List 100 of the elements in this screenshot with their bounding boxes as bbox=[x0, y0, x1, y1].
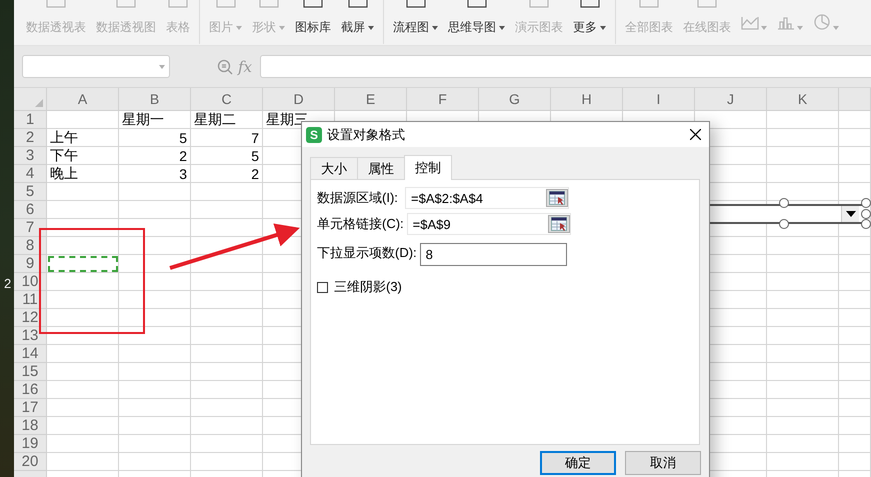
tab[interactable]: 大小 bbox=[310, 157, 358, 179]
row-header[interactable]: 11 bbox=[14, 291, 47, 309]
table-cell bbox=[767, 381, 839, 399]
checkbox-label: 三维阴影(3) bbox=[334, 278, 402, 296]
table-cell bbox=[119, 237, 191, 255]
column-header[interactable]: I bbox=[623, 88, 695, 111]
table-cell bbox=[839, 309, 871, 327]
table-cell bbox=[119, 399, 191, 417]
close-icon bbox=[690, 129, 701, 140]
row-header[interactable]: 19 bbox=[14, 435, 47, 453]
table-cell bbox=[839, 129, 871, 147]
tool-icon bbox=[638, 0, 660, 9]
line-chart-icon bbox=[741, 16, 759, 30]
column-header[interactable]: K bbox=[767, 88, 839, 111]
ribbon-button[interactable]: 截屏 bbox=[341, 0, 374, 36]
row-header[interactable]: 13 bbox=[14, 327, 47, 345]
row-header[interactable]: 8 bbox=[14, 237, 47, 255]
dialog-button[interactable]: 确定 bbox=[540, 451, 616, 475]
ribbon-button[interactable]: 更多 bbox=[573, 0, 606, 36]
table-cell: 星期一 bbox=[119, 111, 191, 129]
caret-icon bbox=[600, 26, 606, 30]
formula-input[interactable] bbox=[260, 55, 871, 78]
ribbon-button[interactable]: 思维导图 bbox=[448, 0, 505, 36]
table-cell bbox=[119, 255, 191, 273]
tab[interactable]: 控制 bbox=[404, 155, 452, 180]
row-header[interactable]: 16 bbox=[14, 381, 47, 399]
column-header[interactable]: A bbox=[47, 88, 119, 111]
bar-chart-icon bbox=[777, 16, 795, 30]
range-field[interactable]: =$A$9 bbox=[406, 213, 571, 235]
dropdown-control[interactable] bbox=[710, 204, 865, 224]
row-header[interactable]: 10 bbox=[14, 273, 47, 291]
column-header[interactable]: C bbox=[191, 88, 263, 111]
column-header[interactable]: J bbox=[695, 88, 767, 111]
table-cell bbox=[47, 363, 119, 381]
column-header[interactable]: D bbox=[263, 88, 335, 111]
row-header[interactable]: 12 bbox=[14, 309, 47, 327]
app-icon: S bbox=[306, 126, 322, 142]
table-cell bbox=[119, 291, 191, 309]
range-field[interactable]: =$A$2:$A$4 bbox=[405, 187, 569, 209]
table-cell bbox=[767, 417, 839, 435]
table-cell bbox=[839, 435, 871, 453]
table-cell bbox=[839, 165, 871, 183]
column-header[interactable]: B bbox=[119, 88, 191, 111]
row-header[interactable]: 14 bbox=[14, 345, 47, 363]
row-header[interactable]: 15 bbox=[14, 363, 47, 381]
tool-icon bbox=[302, 0, 324, 9]
table-cell: 3 bbox=[119, 165, 191, 183]
desktop-text: 2 bbox=[3, 276, 12, 291]
table-cell bbox=[47, 345, 119, 363]
tool-icon bbox=[167, 0, 189, 9]
column-header[interactable]: F bbox=[407, 88, 479, 111]
ribbon-button[interactable]: 流程图 bbox=[393, 0, 438, 36]
row-header[interactable]: 3 bbox=[14, 147, 47, 165]
row-header[interactable]: 17 bbox=[14, 399, 47, 417]
ribbon-button[interactable]: 图标库 bbox=[295, 0, 331, 36]
row-header[interactable]: 18 bbox=[14, 417, 47, 435]
table-cell bbox=[839, 273, 871, 291]
caret-icon bbox=[797, 26, 803, 30]
table-cell: 2 bbox=[191, 165, 263, 183]
row-header[interactable]: 20 bbox=[14, 453, 47, 471]
table-cell bbox=[767, 327, 839, 345]
table-cell bbox=[839, 417, 871, 435]
row-header[interactable]: 4 bbox=[14, 165, 47, 183]
table-cell bbox=[839, 237, 871, 255]
row-header[interactable]: 6 bbox=[14, 201, 47, 219]
column-header[interactable]: E bbox=[335, 88, 407, 111]
checkbox[interactable] bbox=[317, 282, 328, 292]
row-header[interactable]: 5 bbox=[14, 183, 47, 201]
row-header[interactable]: 9 bbox=[14, 255, 47, 273]
table-cell bbox=[767, 273, 839, 291]
table-cell bbox=[839, 147, 871, 165]
row-header[interactable]: 1 bbox=[14, 111, 47, 129]
table-cell bbox=[47, 291, 119, 309]
field-label: 单元格链接(C): bbox=[317, 215, 404, 233]
row-header[interactable]: 7 bbox=[14, 219, 47, 237]
tool-icon bbox=[528, 0, 550, 9]
dialog-button[interactable]: 取消 bbox=[625, 451, 701, 475]
tool-icon bbox=[404, 0, 426, 9]
table-cell bbox=[47, 201, 119, 219]
table-cell bbox=[47, 399, 119, 417]
table-cell: 晚上 bbox=[47, 165, 119, 183]
close-button[interactable] bbox=[688, 127, 703, 142]
table-cell: 5 bbox=[119, 129, 191, 147]
input-field[interactable]: 8 bbox=[420, 243, 567, 266]
column-header[interactable]: G bbox=[479, 88, 551, 111]
table-cell bbox=[767, 165, 839, 183]
column-header[interactable]: H bbox=[551, 88, 623, 111]
table-cell bbox=[767, 237, 839, 255]
pie-chart-icon bbox=[813, 14, 831, 30]
selected-cell[interactable] bbox=[47, 255, 119, 273]
table-cell bbox=[767, 309, 839, 327]
table-cell bbox=[119, 273, 191, 291]
table-cell bbox=[119, 219, 191, 237]
table-cell: 下午 bbox=[47, 147, 119, 165]
range-picker-button[interactable] bbox=[546, 189, 568, 207]
range-picker-button[interactable] bbox=[548, 215, 570, 233]
row-header[interactable]: 2 bbox=[14, 129, 47, 147]
tool-icon bbox=[258, 0, 280, 9]
table-cell bbox=[767, 399, 839, 417]
table-cell bbox=[47, 309, 119, 327]
